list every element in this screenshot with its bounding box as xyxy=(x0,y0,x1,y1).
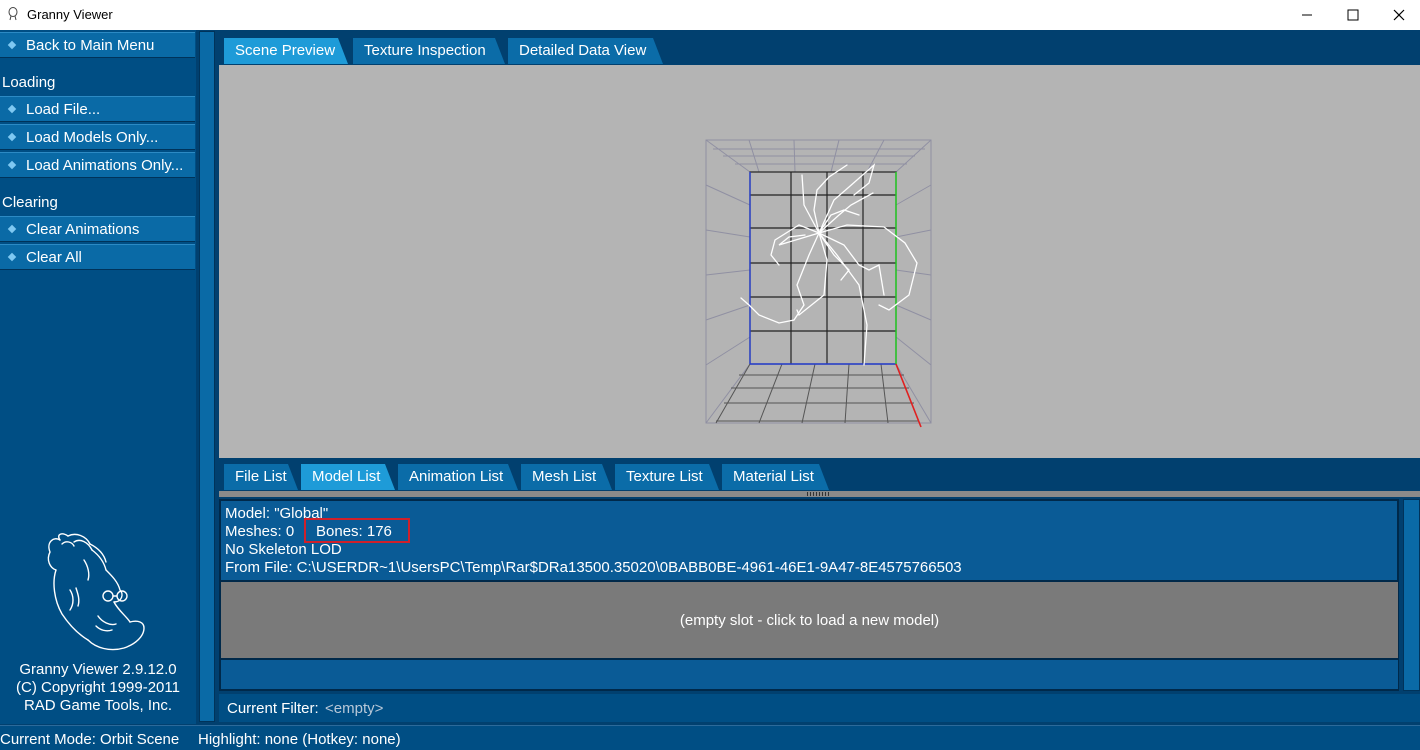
clear-animations-label: Clear Animations xyxy=(26,221,140,238)
load-file-label: Load File... xyxy=(26,101,101,118)
close-button[interactable] xyxy=(1376,0,1420,30)
back-to-main-menu-label: Back to Main Menu xyxy=(26,37,155,54)
clear-all-label: Clear All xyxy=(26,249,82,266)
status-bar: Current Mode: Orbit Scene Highlight: non… xyxy=(0,725,1420,750)
about-company: RAD Game Tools, Inc. xyxy=(23,697,173,714)
model-list-footer xyxy=(221,660,1398,689)
splitter-grip-icon xyxy=(807,492,831,496)
highlight-status: Highlight: none (Hotkey: none) xyxy=(198,731,401,748)
loading-section-header: Loading xyxy=(2,74,56,91)
maximize-button[interactable] xyxy=(1330,0,1376,30)
back-to-main-menu-button[interactable]: Back to Main Menu xyxy=(0,32,195,58)
granny-mascot-logo xyxy=(47,533,145,651)
bullet-icon xyxy=(7,160,17,170)
tab-mesh-list[interactable]: Mesh List xyxy=(521,464,612,490)
bullet-icon xyxy=(7,252,17,262)
load-models-only-button[interactable]: Load Models Only... xyxy=(0,124,195,150)
tab-detailed-data-view[interactable]: Detailed Data View xyxy=(508,38,663,64)
tab-texture-list[interactable]: Texture List xyxy=(615,464,719,490)
tab-file-list[interactable]: File List xyxy=(224,464,298,490)
empty-model-slot[interactable]: (empty slot - click to load a new model) xyxy=(221,580,1398,660)
top-tab-bar: Scene Preview Texture Inspection Detaile… xyxy=(219,31,1420,65)
panel-splitter[interactable] xyxy=(219,491,1420,497)
tab-model-list[interactable]: Model List xyxy=(301,464,395,490)
maximize-icon xyxy=(1347,9,1359,21)
current-mode: Current Mode: Orbit Scene xyxy=(0,731,180,748)
filter-bar: Current Filter: <empty> xyxy=(219,694,1420,722)
app-icon xyxy=(8,7,18,21)
bullet-icon xyxy=(7,40,17,50)
minimize-icon xyxy=(1302,14,1312,16)
clearing-section-header: Clearing xyxy=(2,194,58,211)
bones-highlight-box xyxy=(304,518,410,543)
bullet-icon xyxy=(7,224,17,234)
sidebar-splitter[interactable] xyxy=(199,31,215,722)
meshes-count: Meshes: 0 xyxy=(225,523,295,540)
minimize-button[interactable] xyxy=(1284,0,1330,30)
clear-animations-button[interactable]: Clear Animations xyxy=(0,216,195,242)
about-text: Granny Viewer 2.9.12.0 (C) Copyright 199… xyxy=(0,661,196,715)
load-animations-only-button[interactable]: Load Animations Only... xyxy=(0,152,195,178)
scene-viewport[interactable] xyxy=(219,65,1420,491)
window-title-bar: Granny Viewer xyxy=(0,0,1420,30)
scene-render xyxy=(705,139,932,428)
bullet-icon xyxy=(7,104,17,114)
about-version: Granny Viewer 2.9.12.0 xyxy=(19,661,177,678)
tab-animation-list[interactable]: Animation List xyxy=(398,464,518,490)
tab-material-list[interactable]: Material List xyxy=(722,464,829,490)
bullet-icon xyxy=(7,132,17,142)
tab-scene-preview[interactable]: Scene Preview xyxy=(224,38,348,64)
bottom-tab-bar: File List Model List Animation List Mesh… xyxy=(219,458,1420,491)
about-copyright: (C) Copyright 1999-2011 xyxy=(16,679,180,696)
empty-slot-label: (empty slot - click to load a new model) xyxy=(679,612,940,629)
filter-label: Current Filter: xyxy=(227,700,319,717)
load-animations-only-label: Load Animations Only... xyxy=(26,157,184,174)
source-file-path: From File: C:\USERDR~1\UsersPC\Temp\Rar$… xyxy=(225,559,962,576)
close-icon xyxy=(1393,9,1405,21)
filter-value[interactable]: <empty> xyxy=(325,700,383,717)
clear-all-button[interactable]: Clear All xyxy=(0,244,195,270)
load-models-only-label: Load Models Only... xyxy=(26,129,159,146)
sidebar: Back to Main Menu Loading Load File... L… xyxy=(0,30,196,724)
window-title: Granny Viewer xyxy=(27,7,113,22)
load-file-button[interactable]: Load File... xyxy=(0,96,195,122)
tab-texture-inspection[interactable]: Texture Inspection xyxy=(353,38,505,64)
model-list-scrollbar[interactable] xyxy=(1403,499,1420,691)
skeleton-lod: No Skeleton LOD xyxy=(225,541,342,558)
